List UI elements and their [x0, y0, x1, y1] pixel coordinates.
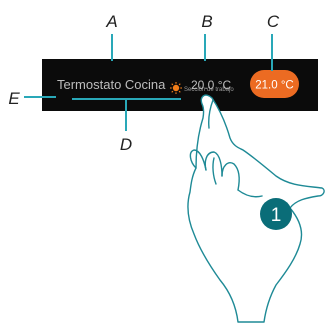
thermostat-diagram: Termostato Cocina Sección de trabajo 20.…: [0, 0, 330, 325]
callout-a: A: [105, 12, 117, 31]
step-badge: 1: [260, 198, 292, 230]
callout-b: B: [201, 12, 212, 31]
setpoint-label: 21.0 °C: [255, 80, 293, 92]
step-number: 1: [271, 205, 282, 226]
thermostat-title: Termostato Cocina: [57, 77, 166, 92]
callout-d: D: [120, 135, 132, 154]
callout-c: C: [267, 12, 280, 31]
setpoint-button[interactable]: 21.0 °C: [250, 70, 299, 98]
callout-e: E: [8, 89, 20, 108]
measured-temperature: 20.0 °C: [191, 78, 231, 92]
pointing-hand-icon: [187, 94, 325, 323]
